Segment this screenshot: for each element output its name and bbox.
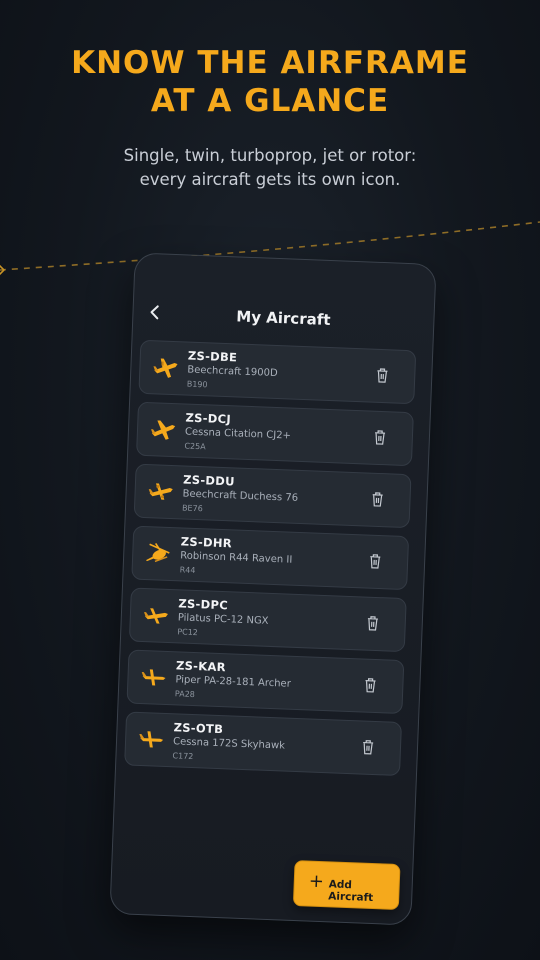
delete-trash-icon[interactable] <box>371 492 384 507</box>
aircraft-model: Pilatus PC-12 NGX <box>177 612 269 627</box>
aircraft-model: Cessna Citation CJ2+ <box>184 426 292 442</box>
aircraft-registration: ZS-DCJ <box>185 410 232 427</box>
aircraft-registration: ZS-DHR <box>180 534 233 551</box>
promo-headline: KNOW THE AIRFRAME AT A GLANCE <box>0 44 540 120</box>
aircraft-type-code: C172 <box>172 751 194 762</box>
delete-trash-icon[interactable] <box>362 740 375 755</box>
twin-turboprop-plane-icon <box>153 358 178 378</box>
jet-plane-icon <box>151 420 176 440</box>
turboprop-plane-icon <box>144 608 168 624</box>
subtitle-line-2: every aircraft gets its own icon. <box>139 170 401 189</box>
aircraft-card[interactable]: ZS-KAR Piper PA-28-181 Archer PA28 <box>126 649 405 715</box>
aircraft-card[interactable]: ZS-DHR Robinson R44 Raven II R44 <box>131 525 410 591</box>
aircraft-type-code: BE76 <box>181 503 203 514</box>
aircraft-card[interactable]: ZS-DPC Pilatus PC-12 NGX PC12 <box>128 587 407 653</box>
aircraft-model: Cessna 172S Skyhawk <box>172 736 286 752</box>
aircraft-model: Beechcraft 1900D <box>187 364 278 380</box>
headline-line-1: KNOW THE AIRFRAME <box>71 45 469 81</box>
aircraft-list: ZS-DBE Beechcraft 1900D B190 ZS-DCJ Cess… <box>124 339 417 784</box>
page-title: My Aircraft <box>235 307 331 330</box>
promo-subtitle: Single, twin, turboprop, jet or rotor: e… <box>0 144 540 192</box>
helicopter-icon <box>146 543 170 563</box>
phone-frame: My Aircraft ZS-DBE Beechcraft 1900D B190 <box>109 252 437 926</box>
aircraft-registration: ZS-OTB <box>173 720 224 737</box>
headline-line-2: AT A GLANCE <box>150 83 390 119</box>
aircraft-type-code: B190 <box>186 379 208 390</box>
aircraft-registration: ZS-DPC <box>178 596 229 613</box>
plus-icon: + <box>308 870 325 893</box>
twin-piston-plane-icon <box>148 483 173 500</box>
delete-trash-icon[interactable] <box>376 368 389 383</box>
single-piston-plane-icon <box>141 669 166 686</box>
delete-trash-icon[interactable] <box>369 554 382 569</box>
aircraft-card[interactable]: ZS-DDU Beechcraft Duchess 76 BE76 <box>133 463 412 529</box>
aircraft-model: Robinson R44 Raven II <box>179 550 293 566</box>
aircraft-type-code: PC12 <box>177 627 199 638</box>
aircraft-type-code: C25A <box>184 441 206 452</box>
delete-trash-icon[interactable] <box>366 616 379 631</box>
add-aircraft-button[interactable]: + Add Aircraft <box>292 860 401 911</box>
aircraft-type-code: R44 <box>179 565 196 576</box>
subtitle-line-1: Single, twin, turboprop, jet or rotor: <box>123 146 417 165</box>
aircraft-registration: ZS-DDU <box>182 472 235 489</box>
delete-trash-icon[interactable] <box>364 678 377 693</box>
aircraft-type-code: PA28 <box>174 689 196 700</box>
aircraft-registration: ZS-DBE <box>187 348 238 365</box>
aircraft-registration: ZS-KAR <box>175 658 227 675</box>
aircraft-card[interactable]: ZS-OTB Cessna 172S Skyhawk C172 <box>124 711 402 777</box>
single-piston-plane-icon <box>139 731 164 748</box>
aircraft-model: Piper PA-28-181 Archer <box>175 674 292 690</box>
aircraft-model: Beechcraft Duchess 76 <box>182 488 299 504</box>
aircraft-card[interactable]: ZS-DBE Beechcraft 1900D B190 <box>138 339 417 405</box>
aircraft-card[interactable]: ZS-DCJ Cessna Citation CJ2+ C25A <box>136 401 414 467</box>
add-aircraft-label: Add Aircraft <box>328 878 374 905</box>
delete-trash-icon[interactable] <box>374 430 387 445</box>
